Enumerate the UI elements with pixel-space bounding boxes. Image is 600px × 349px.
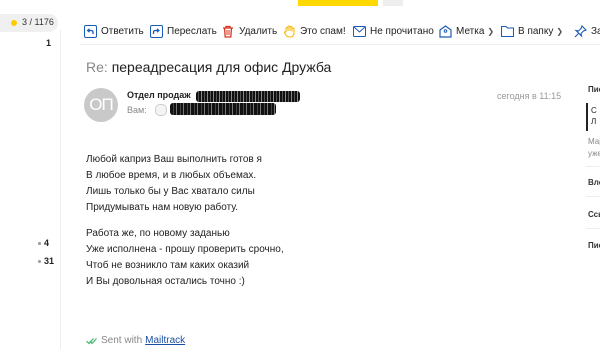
sender-name[interactable]: Отдел продаж <box>127 90 191 100</box>
sidebar-item[interactable]: Л <box>591 117 596 126</box>
reply-icon <box>83 24 97 38</box>
body-line: Работа же, по новому заданью <box>86 228 230 239</box>
forward-button[interactable]: Переслать <box>149 20 217 42</box>
unread-dot-icon <box>11 20 17 26</box>
message-subject: Re: переадресация для офис Дружба <box>86 59 332 75</box>
spam-button[interactable]: Это спам! <box>282 20 346 42</box>
sidebar-divider <box>586 228 600 229</box>
top-bar-accent <box>298 0 378 6</box>
redacted-recipient <box>170 103 276 115</box>
redacted-email <box>196 91 300 102</box>
bullet-icon <box>38 260 41 264</box>
folder-count[interactable]: 4 <box>38 238 49 248</box>
sidebar-item: уже <box>588 149 600 158</box>
mailtrack-link[interactable]: Mailtrack <box>145 335 185 346</box>
sidebar-divider <box>586 166 600 167</box>
active-folder-count[interactable]: 3 / 1176 <box>0 14 58 32</box>
tag-icon <box>438 24 452 38</box>
folder-count[interactable]: 31 <box>38 256 54 266</box>
sidebar-heading[interactable]: Ссы <box>588 210 600 219</box>
mark-unread-button[interactable]: Не прочитано <box>352 20 434 42</box>
top-bar-button[interactable] <box>383 0 403 6</box>
check-icon <box>86 337 97 345</box>
message-toolbar: Ответить Переслать Удалить Это спам! Не … <box>80 20 600 44</box>
sidebar-heading[interactable]: Пис <box>588 241 600 250</box>
sidebar-heading: Пис <box>588 85 600 94</box>
body-line: Уже исполнена - прошу проверить срочно, <box>86 244 284 255</box>
chevron-down-icon: ❯ <box>556 26 564 36</box>
bullet-icon <box>38 242 41 246</box>
active-folder-count-text: 3 / 1176 <box>22 17 54 27</box>
recipient-avatar <box>155 104 167 116</box>
sender-avatar[interactable]: ОП <box>84 88 118 122</box>
body-line: Чтоб не возникло там каких оказий <box>86 260 250 271</box>
mailtrack-signature: Sent with Mailtrack <box>86 335 185 346</box>
sidebar-divider <box>586 196 600 197</box>
sidebar-selected-marker <box>586 103 588 131</box>
body-line: Придумывать нам новую работу. <box>86 202 239 213</box>
body-line: В любое время, и в любых объемах. <box>86 170 257 181</box>
envelope-icon <box>352 24 366 38</box>
message-body: Любой каприз Ваш выполнить готов я В люб… <box>86 152 284 290</box>
reply-button[interactable]: Ответить <box>83 20 144 42</box>
folder-count[interactable]: 1 <box>46 38 51 48</box>
folder-counts-column: 3 / 1176 1 4 31 <box>0 0 60 349</box>
delete-button[interactable]: Удалить <box>221 20 277 42</box>
sidebar-heading[interactable]: Вло <box>588 178 600 187</box>
chevron-down-icon: ❯ <box>487 26 495 36</box>
toolbar-divider <box>80 44 600 45</box>
body-line: И Вы довольная остались точно :) <box>86 276 245 287</box>
sidebar-item[interactable]: С <box>591 106 597 115</box>
move-to-folder-dropdown[interactable]: В папку ❯ <box>500 20 563 42</box>
message-date: сегодня в 11:15 <box>497 91 562 101</box>
recipient-label: Вам: <box>127 105 147 115</box>
label-dropdown[interactable]: Метка ❯ <box>438 20 494 42</box>
trash-icon <box>221 24 235 38</box>
hand-icon <box>282 24 296 38</box>
column-divider <box>60 30 61 349</box>
body-line: Любой каприз Ваш выполнить готов я <box>86 154 262 165</box>
body-line: Лишь только бы у Вас хватало силы <box>86 186 255 197</box>
sidebar-item: Мар <box>588 137 600 146</box>
folder-icon <box>500 24 514 38</box>
right-sidebar: Пис С Л Мар уже Вло Ссы Пис <box>582 0 600 349</box>
forward-icon <box>149 24 163 38</box>
